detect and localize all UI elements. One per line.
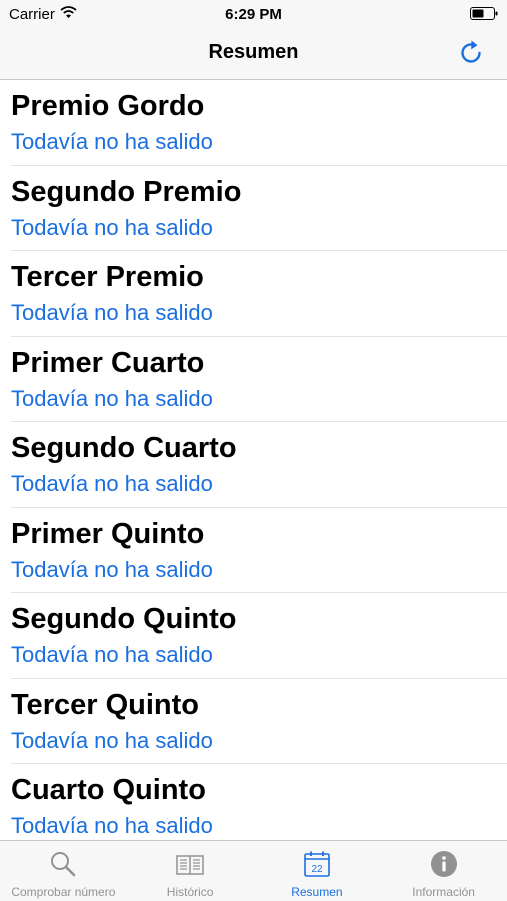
calendar-icon: 22	[304, 851, 330, 877]
list-item[interactable]: Segundo Premio Todavía no ha salido	[0, 166, 507, 251]
prize-status: Todavía no ha salido	[11, 813, 213, 838]
prize-title: Segundo Quinto	[11, 603, 237, 635]
prize-title: Primer Cuarto	[11, 346, 205, 379]
tab-calendar[interactable]: 22 Resumen	[254, 841, 381, 901]
list-item[interactable]: Cuarto Quinto Todavía no ha salido	[0, 764, 507, 840]
clock: 6:29 PM	[225, 6, 282, 23]
prize-title: Tercer Quinto	[11, 688, 199, 721]
tab-label: Información	[412, 885, 475, 899]
prize-title: Segundo Cuarto	[11, 432, 237, 464]
calendar-day-label: 22	[311, 864, 323, 875]
tab-book[interactable]: Histórico	[127, 841, 254, 901]
prize-title: Premio Gordo	[11, 90, 205, 122]
list-item[interactable]: Tercer Quinto Todavía no ha salido	[0, 679, 507, 764]
prize-list: Premio Gordo Todavía no ha salido Segundo …	[0, 80, 507, 840]
list-item[interactable]: Primer Quinto Todavía no ha salido	[0, 508, 507, 593]
prize-status: Todavía no ha salido	[11, 642, 213, 667]
page-title: Resumen	[208, 41, 299, 63]
list-item[interactable]: Primer Cuarto Todavía no ha salido	[0, 337, 507, 422]
prize-status: Todavía no ha salido	[11, 385, 213, 411]
prize-status: Todavía no ha salido	[11, 556, 213, 582]
tab-bar: Comprobar número Histórico 22 Resumen Inform…	[0, 840, 507, 901]
tab-label: Histórico	[166, 885, 214, 899]
book-icon	[176, 855, 204, 875]
tab-search[interactable]: Comprobar número	[0, 841, 127, 901]
search-icon	[51, 852, 76, 877]
tab-info[interactable]: Información	[380, 841, 507, 901]
tab-label: Resumen	[291, 885, 343, 899]
list-item[interactable]: Segundo Cuarto Todavía no ha salido	[0, 422, 507, 508]
battery-icon	[470, 7, 498, 20]
prize-title: Primer Quinto	[11, 517, 205, 550]
prize-title: Cuarto Quinto	[11, 774, 206, 806]
tab-label: Comprobar número	[11, 885, 116, 899]
navigation-bar: Resumen	[0, 28, 507, 80]
refresh-icon[interactable]	[456, 38, 486, 68]
prize-status: Todavía no ha salido	[11, 727, 213, 753]
prize-title: Tercer Premio	[11, 261, 204, 293]
prize-status: Todavía no ha salido	[11, 300, 213, 325]
status-bar: Carrier 6:29 PM	[0, 0, 507, 28]
info-icon	[430, 851, 457, 877]
prize-title: Segundo Premio	[11, 175, 242, 208]
list-item[interactable]: Segundo Quinto Todavía no ha salido	[0, 593, 507, 679]
prize-status: Todavía no ha salido	[11, 471, 213, 496]
list-item[interactable]: Premio Gordo Todavía no ha salido	[0, 80, 507, 166]
prize-status: Todavía no ha salido	[11, 214, 213, 240]
list-item[interactable]: Tercer Premio Todavía no ha salido	[0, 251, 507, 337]
prize-status: Todavía no ha salido	[11, 129, 213, 154]
